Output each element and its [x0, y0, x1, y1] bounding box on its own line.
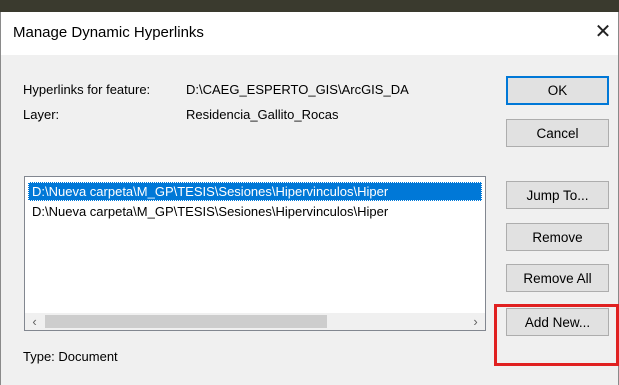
close-icon[interactable]: ✕ [591, 20, 615, 44]
scroll-right-icon[interactable]: › [467, 313, 484, 330]
layer-label: Layer: [23, 107, 60, 122]
background-strip [0, 0, 619, 12]
manage-dynamic-hyperlinks-dialog: Manage Dynamic Hyperlinks ✕ Hyperlinks f… [0, 12, 619, 385]
hyperlinks-list[interactable]: D:\Nueva carpeta\M_GP\TESIS\Sesiones\Hip… [24, 176, 486, 331]
horizontal-scrollbar[interactable]: ‹ › [25, 313, 485, 330]
jump-to-button[interactable]: Jump To... [506, 181, 609, 209]
ok-button[interactable]: OK [506, 76, 609, 105]
feature-label: Hyperlinks for feature: [23, 82, 151, 97]
list-item[interactable]: D:\Nueva carpeta\M_GP\TESIS\Sesiones\Hip… [28, 182, 482, 201]
scrollbar-thumb[interactable] [45, 315, 327, 328]
feature-value: D:\CAEG_ESPERTO_GIS\ArcGIS_DA [186, 82, 409, 97]
remove-all-button[interactable]: Remove All [506, 264, 609, 292]
layer-value: Residencia_Gallito_Rocas [186, 107, 339, 122]
scroll-left-icon[interactable]: ‹ [26, 313, 43, 330]
annotation-highlight-box [494, 304, 619, 366]
dialog-title: Manage Dynamic Hyperlinks [13, 24, 204, 41]
list-item[interactable]: D:\Nueva carpeta\M_GP\TESIS\Sesiones\Hip… [28, 202, 482, 221]
cancel-button[interactable]: Cancel [506, 119, 609, 147]
title-bar: Manage Dynamic Hyperlinks ✕ [1, 12, 618, 55]
remove-button[interactable]: Remove [506, 223, 609, 251]
type-text: Type: Document [23, 349, 118, 364]
